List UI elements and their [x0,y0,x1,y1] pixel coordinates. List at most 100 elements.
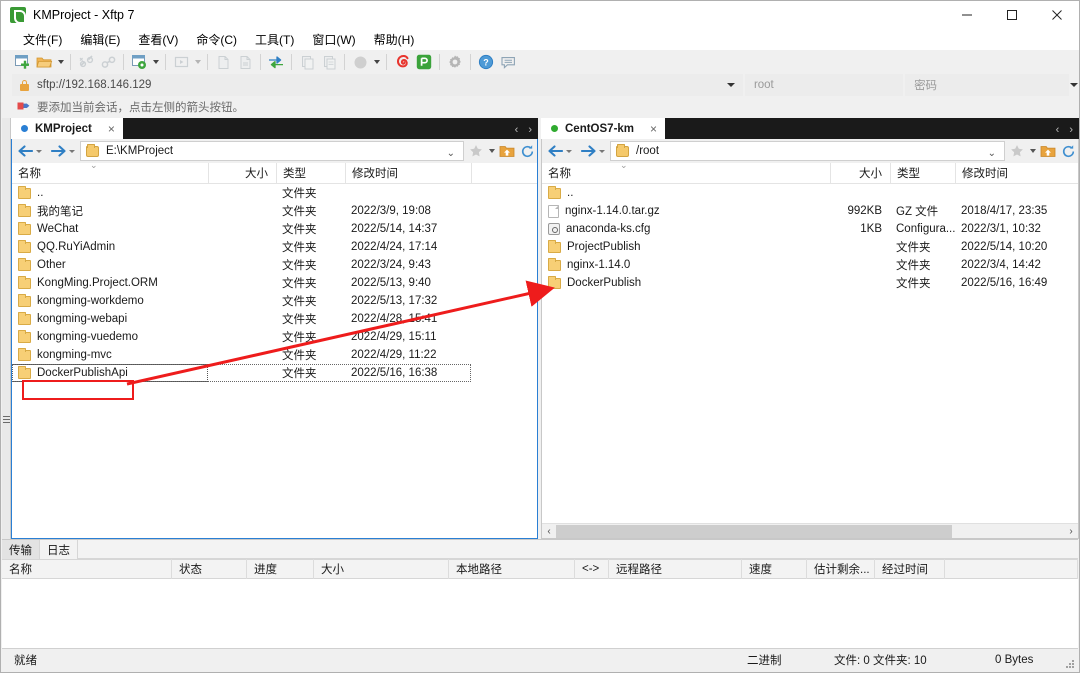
xcolumn-eta[interactable]: 估计剩余... [807,559,875,579]
menu-edit[interactable]: 编辑(E) [71,29,129,50]
cell-name[interactable]: anaconda-ks.cfg [542,220,830,238]
xcolumn-local-path[interactable]: 本地路径 [449,559,575,579]
column-name[interactable]: 名称 ⌄ [542,160,830,184]
tab-close-icon[interactable]: × [108,122,115,136]
hscroll-right-arrow-icon[interactable]: › [1064,526,1078,537]
cell-name[interactable]: ProjectPublish [542,238,830,256]
tab-close-icon[interactable]: × [650,122,657,136]
table-row[interactable]: KongMing.Project.ORM 文件夹 2022/5/13, 9:40 [12,274,537,292]
menu-command[interactable]: 命令(C) [187,29,246,50]
back-dropdown-caret[interactable] [33,149,45,153]
xcolumn-size[interactable]: 大小 [314,559,449,579]
forward-dropdown-caret[interactable] [596,149,608,153]
cell-name[interactable]: QQ.RuYiAdmin [12,238,208,256]
column-name[interactable]: 名称 ⌄ [12,160,208,184]
help-icon[interactable]: ? [475,51,497,73]
session-settings-dropdown-caret[interactable] [150,51,161,73]
refresh-icon[interactable] [517,140,537,162]
cell-name[interactable]: nginx-1.14.0 [542,256,830,274]
remote-hscrollbar[interactable]: ‹ › [542,523,1078,538]
local-file-list[interactable]: 名称 ⌄ 大小 类型 修改时间 .. 文件夹 我的笔记 文件夹 2022/3/9, 19… [11,160,538,539]
xshell-icon[interactable] [391,51,413,73]
xcolumn-remote-path[interactable]: 远程路径 [609,559,742,579]
path-chevron-down-icon[interactable]: ⌄ [988,149,996,159]
tab-log[interactable]: 日志 [40,540,78,559]
parent-folder-icon[interactable] [1038,140,1058,162]
tab-next-icon[interactable]: › [1069,124,1073,136]
menu-tools[interactable]: 工具(T) [246,29,303,50]
rail-grip-icon[interactable] [3,416,10,428]
table-row[interactable]: kongming-workdemo 文件夹 2022/5/13, 17:32 [12,292,537,310]
back-button[interactable] [12,145,33,157]
xcolumn-status[interactable]: 状态 [172,559,247,579]
tab-kmproject[interactable]: KMProject × [11,118,123,139]
bookmark-star-icon[interactable] [1007,140,1027,162]
open-folder-icon[interactable] [33,51,55,73]
cell-name[interactable]: kongming-webapi [12,310,208,328]
menu-view[interactable]: 查看(V) [129,29,187,50]
table-row[interactable]: Other 文件夹 2022/3/24, 9:43 [12,256,537,274]
transfer-list-body[interactable] [2,579,1078,648]
forward-dropdown-caret[interactable] [66,149,78,153]
cell-name[interactable]: KongMing.Project.ORM [12,274,208,292]
column-type[interactable]: 类型 [890,162,955,184]
host-input[interactable]: sftp://192.168.146.129 [12,74,743,96]
cell-name[interactable]: DockerPublishApi [12,364,208,382]
tab-prev-icon[interactable]: ‹ [515,124,519,136]
left-rail[interactable] [2,118,11,539]
xcolumn-elapsed[interactable]: 经过时间 [875,559,945,579]
back-dropdown-caret[interactable] [563,149,575,153]
tab-next-icon[interactable]: › [528,124,532,136]
table-row[interactable]: DockerPublish 文件夹 2022/5/16, 16:49 [542,274,1078,292]
maximize-button[interactable] [989,1,1034,28]
table-row[interactable]: ProjectPublish 文件夹 2022/5/14, 10:20 [542,238,1078,256]
bookmark-dropdown-caret[interactable] [1027,140,1038,162]
tab-transfer[interactable]: 传输 [2,540,40,559]
new-session-icon[interactable] [11,51,33,73]
options-gear-icon[interactable] [444,51,466,73]
table-row[interactable]: nginx-1.14.0 文件夹 2022/3/4, 14:42 [542,256,1078,274]
xcolumn-speed[interactable]: 速度 [742,559,807,579]
username-input[interactable]: root [744,74,904,96]
cell-name[interactable]: WeChat [12,220,208,238]
remote-path-input[interactable]: /root ⌄ [610,141,1005,161]
open-folder-dropdown-caret[interactable] [55,51,66,73]
back-button[interactable] [542,145,563,157]
column-type[interactable]: 类型 [276,162,345,184]
menu-help[interactable]: 帮助(H) [365,29,424,50]
table-row[interactable]: 我的笔记 文件夹 2022/3/9, 19:08 [12,202,537,220]
table-row[interactable]: anaconda-ks.cfg 1KB Configura... 2022/3/1, … [542,220,1078,238]
cell-name[interactable]: .. [542,184,830,202]
column-modified[interactable]: 修改时间 [955,162,1065,184]
connection-dropdown-caret[interactable] [1069,74,1079,96]
table-row[interactable]: nginx-1.14.0.tar.gz 992KB GZ 文件 2018/4/17, … [542,202,1078,220]
hscroll-thumb[interactable] [556,524,953,538]
cell-name[interactable]: .. [12,184,208,202]
path-chevron-down-icon[interactable]: ⌄ [447,149,455,159]
menu-file[interactable]: 文件(F) [14,29,71,50]
xftp-icon[interactable] [413,51,435,73]
table-row[interactable]: QQ.RuYiAdmin 文件夹 2022/4/24, 17:14 [12,238,537,256]
table-row[interactable]: kongming-vuedemo 文件夹 2022/4/29, 15:11 [12,328,537,346]
minimize-button[interactable] [944,1,989,28]
xcolumn-direction[interactable]: <-> [575,559,609,579]
password-input[interactable]: 密码 [905,74,1070,96]
table-row[interactable]: .. 文件夹 [12,184,537,202]
table-row[interactable]: .. [542,184,1078,202]
remote-file-list[interactable]: 名称 ⌄ 大小 类型 修改时间 .. nginx-1.14.0.tar.gz 992… [541,160,1079,539]
cell-name[interactable]: kongming-mvc [12,346,208,364]
tab-prev-icon[interactable]: ‹ [1056,124,1060,136]
host-dropdown-caret[interactable] [726,83,735,87]
cell-name[interactable]: kongming-vuedemo [12,328,208,346]
cell-name[interactable]: 我的笔记 [12,202,208,220]
cell-name[interactable]: kongming-workdemo [12,292,208,310]
parent-folder-icon[interactable] [497,140,517,162]
cell-name[interactable]: Other [12,256,208,274]
table-row[interactable]: kongming-mvc 文件夹 2022/4/29, 11:22 [12,346,537,364]
column-size[interactable]: 大小 [208,162,276,184]
menu-window[interactable]: 窗口(W) [303,29,364,50]
close-button[interactable] [1034,1,1079,28]
column-size[interactable]: 大小 [830,162,890,184]
transfer-sync-icon[interactable] [265,51,287,73]
table-row[interactable]: kongming-webapi 文件夹 2022/4/28, 15:41 [12,310,537,328]
